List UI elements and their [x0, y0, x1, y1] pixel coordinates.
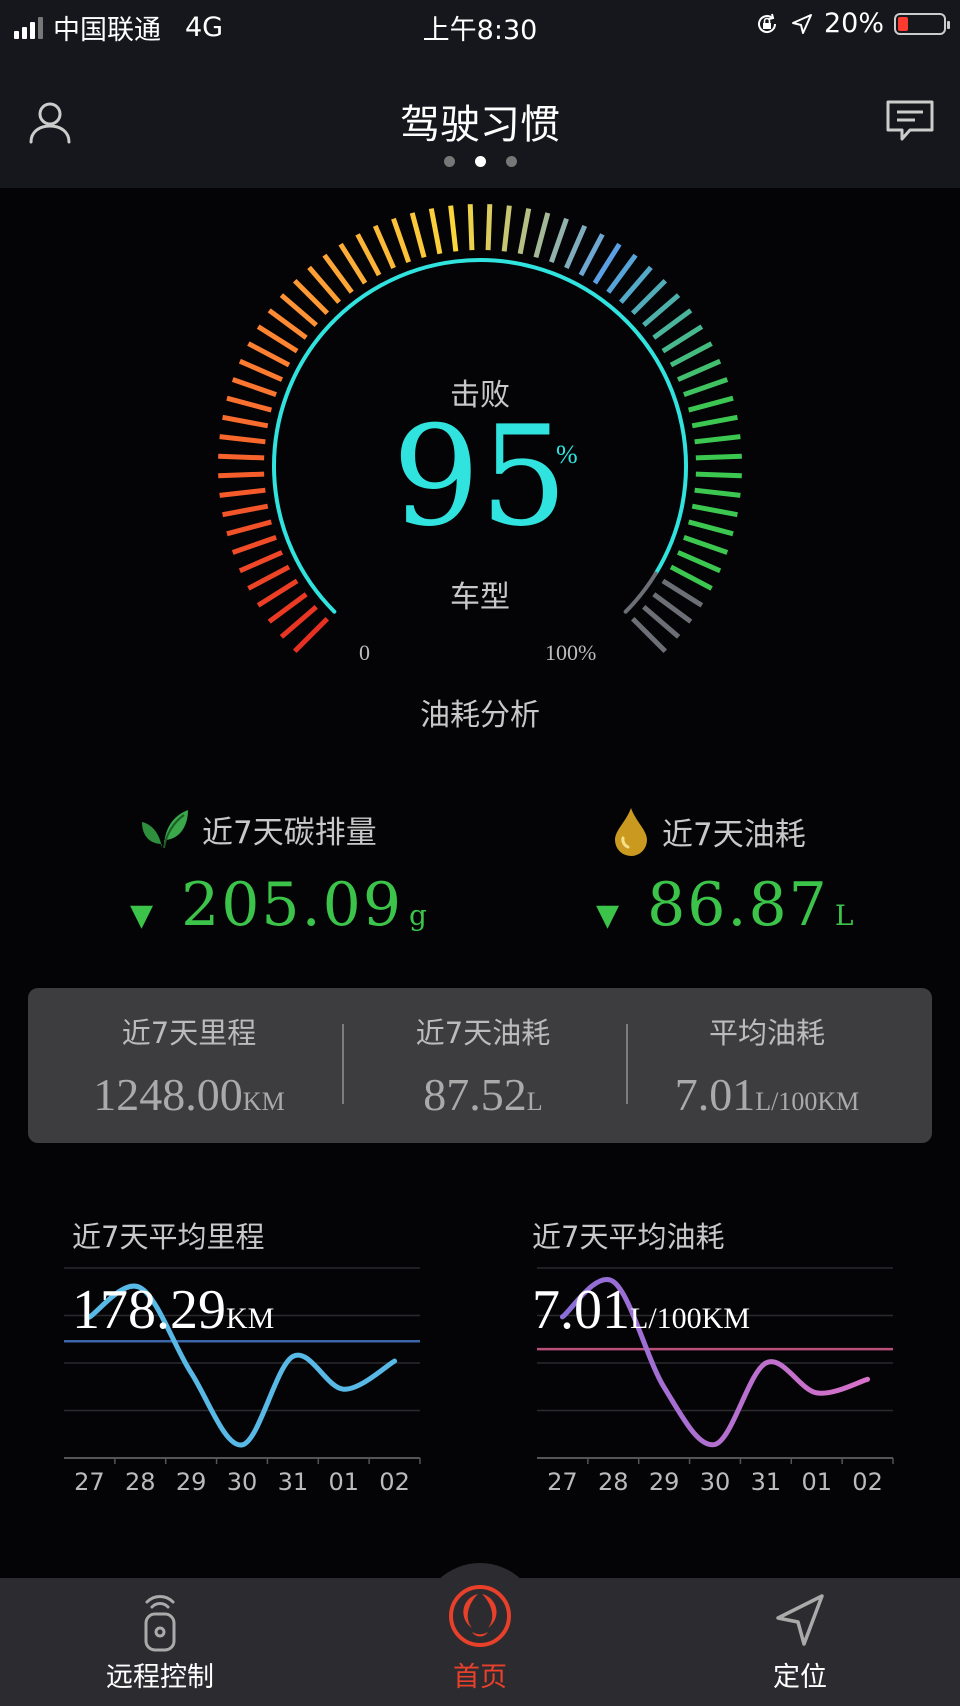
dongfeng-logo-icon — [449, 1585, 511, 1647]
gauge-tick — [676, 550, 722, 574]
x-tick-label: 01 — [328, 1468, 359, 1496]
app-header: 驾驶习惯 — [0, 50, 960, 188]
fuel-number: 86.87 — [647, 870, 829, 940]
x-tick-label: 02 — [852, 1468, 883, 1496]
gauge-unit: % — [556, 440, 578, 469]
gauge-tick — [578, 233, 605, 277]
gauge-tick — [256, 324, 299, 354]
mileage-cell: 近7天里程 1248.00KM — [48, 988, 330, 1143]
battery-icon — [894, 12, 950, 35]
fuel-total-value: 87.52L — [423, 1069, 543, 1120]
fuel-analysis-link[interactable]: 油耗分析 — [0, 690, 960, 734]
gauge-tick — [338, 242, 368, 285]
fuel-title-text: 近7天油耗 — [662, 816, 806, 853]
gauge-tick — [592, 242, 622, 285]
location-services-icon — [791, 13, 812, 34]
carbon-value: ▼ 205.09 g — [130, 870, 427, 940]
carbon-unit: g — [409, 899, 427, 932]
remote-key-icon — [144, 1595, 176, 1652]
fuel-chart-value: 7.01L/100KM — [532, 1279, 750, 1341]
x-tick-label: 01 — [801, 1468, 832, 1496]
location-arrow-icon — [776, 1594, 824, 1646]
carbon-title-text: 近7天碳排量 — [202, 814, 377, 851]
battery-percent: 20% — [823, 8, 884, 39]
x-tick-label: 30 — [227, 1468, 258, 1496]
fuel-chart-title: 近7天平均油耗 — [532, 1220, 725, 1254]
gauge-bottom-label: 车型 — [450, 580, 510, 615]
x-tick-label: 29 — [176, 1468, 207, 1496]
tab-remote-control-label: 远程控制 — [106, 1662, 214, 1693]
x-tick-label: 31 — [278, 1468, 309, 1496]
tab-home[interactable]: 首页 — [320, 1578, 640, 1706]
carbon-number: 205.09 — [181, 870, 404, 940]
message-icon[interactable] — [880, 92, 940, 152]
page-dot-active[interactable] — [474, 156, 486, 167]
gauge-tick — [548, 217, 569, 263]
avg-value: 7.01L/100KM — [674, 1069, 860, 1120]
gauge-tick — [467, 204, 475, 251]
x-tick-label: 28 — [598, 1468, 629, 1496]
fuel-title: 近7天油耗 — [612, 806, 806, 856]
x-tick-label: 27 — [74, 1468, 105, 1496]
gauge-max-label: 100% — [545, 640, 597, 665]
mileage-value: 1248.00KM — [93, 1069, 285, 1120]
oil-drop-icon — [615, 808, 647, 856]
tab-remote-control[interactable]: 远程控制 — [0, 1578, 320, 1706]
gauge-min-label: 0 — [359, 640, 370, 665]
gauge-tick — [391, 217, 412, 263]
leaf-icon — [142, 810, 188, 849]
gauge-tick — [533, 212, 551, 259]
gauge-tick — [485, 204, 493, 251]
x-tick-label: 31 — [751, 1468, 782, 1496]
gauge-tick — [238, 550, 284, 574]
page-dot[interactable] — [443, 156, 455, 167]
gauge-tick — [428, 208, 443, 255]
avg-cell: 平均油耗 7.01L/100KM — [626, 988, 908, 1143]
mileage-chart-value: 178.29KM — [72, 1279, 275, 1341]
decrease-arrow-icon: ▼ — [596, 898, 620, 933]
gauge-tick — [355, 233, 382, 277]
bottom-tab-bar: 远程控制 首页 定位 — [0, 1578, 960, 1706]
mileage-chart-title: 近7天平均里程 — [72, 1220, 265, 1254]
gauge-tick — [669, 341, 713, 368]
gauge-tick — [517, 208, 532, 255]
gauge-value: 95 — [392, 396, 568, 557]
fuel-cell: 近7天油耗 87.52L — [342, 988, 624, 1143]
decrease-arrow-icon: ▼ — [130, 898, 154, 933]
rotation-lock-icon — [757, 13, 776, 33]
page-title: 驾驶习惯 — [400, 102, 560, 148]
x-tick-label: 30 — [700, 1468, 731, 1496]
mileage-label: 近7天里程 — [121, 1016, 257, 1050]
x-tick-label: 28 — [125, 1468, 156, 1496]
gauge-tick — [372, 224, 396, 270]
tab-location[interactable]: 定位 — [640, 1578, 960, 1706]
gauge-tick — [409, 212, 427, 259]
page-indicator[interactable] — [0, 156, 960, 167]
gauge-tick — [247, 341, 291, 368]
gauge-tick — [661, 324, 704, 354]
avg-label: 平均油耗 — [708, 1016, 825, 1050]
page-dot[interactable] — [505, 156, 517, 167]
tab-home-label: 首页 — [453, 1662, 507, 1693]
fuel-label: 近7天油耗 — [415, 1016, 551, 1050]
fuel-value: ▼ 86.87 L — [596, 870, 853, 940]
gauge-tick — [448, 205, 459, 252]
tab-location-label: 定位 — [773, 1662, 827, 1693]
carbon-title: 近7天碳排量 — [140, 806, 377, 852]
gauge-tick — [564, 224, 588, 270]
x-tick-label: 29 — [649, 1468, 680, 1496]
gauge-tick — [501, 205, 512, 252]
x-tick-label: 02 — [379, 1468, 410, 1496]
x-tick-label: 27 — [547, 1468, 578, 1496]
status-bar: 中国联通 4G 上午8:30 20% — [0, 0, 960, 50]
weekly-stats-panel: 近7天里程 1248.00KM 近7天油耗 87.52L 平均油耗 7.01L/… — [28, 988, 932, 1143]
fuel-unit: L — [834, 899, 854, 932]
